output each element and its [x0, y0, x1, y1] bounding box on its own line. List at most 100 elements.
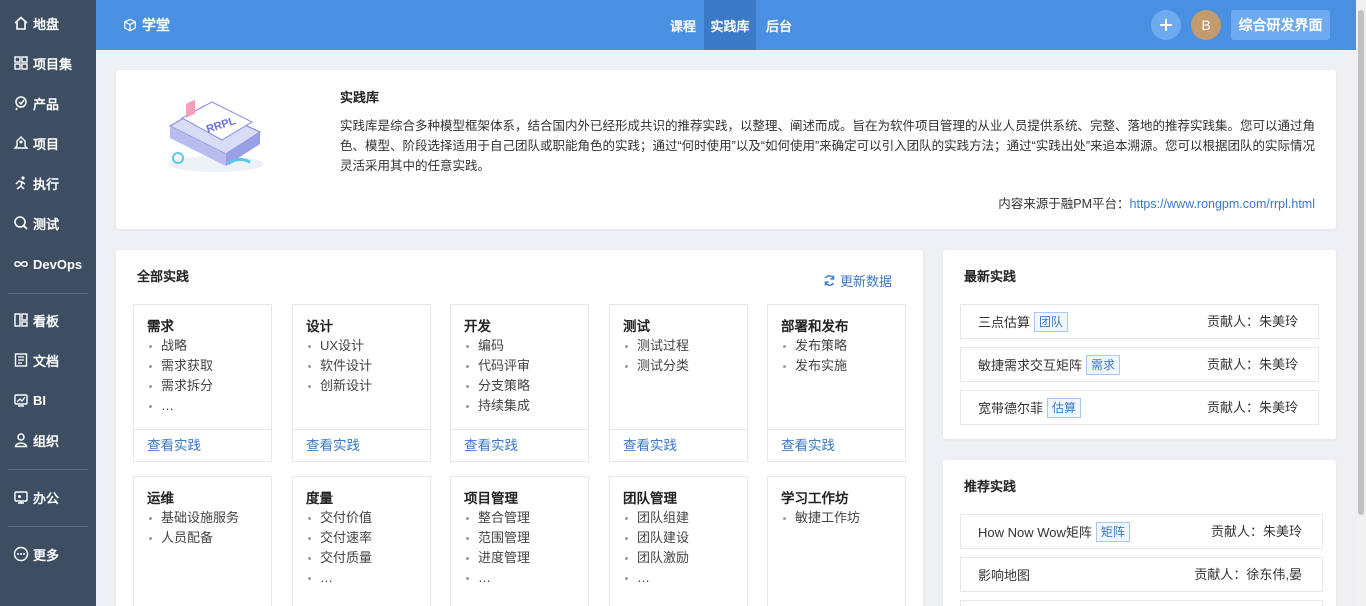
refresh-button[interactable]: 更新数据	[823, 271, 892, 290]
source-link[interactable]: https://www.rongpm.com/rrpl.html	[1130, 197, 1315, 211]
sidebar-item-test[interactable]: 测试	[0, 203, 96, 243]
product-icon	[15, 96, 27, 111]
grid-icon	[14, 56, 28, 70]
rrpl-book-logo: RRPL	[168, 99, 264, 172]
category-item[interactable]: 团队激励	[623, 548, 689, 568]
category-item: …	[464, 568, 530, 588]
category-list: 测试过程 测试分类	[623, 336, 689, 376]
workspace-switch-button[interactable]: 综合研发界面	[1231, 10, 1330, 40]
practice-row[interactable]: 宽带德尔菲 估算 贡献人：朱美玲	[960, 390, 1319, 425]
category-item[interactable]: 交付价值	[306, 508, 372, 528]
category-item[interactable]: 交付速率	[306, 528, 372, 548]
brand[interactable]: 学堂	[123, 0, 170, 50]
sidebar-item-product[interactable]: 产品	[0, 83, 96, 123]
sidebar-item-execution[interactable]: 执行	[0, 163, 96, 203]
nav-practice-library[interactable]: 实践库	[704, 0, 756, 50]
top-bar: 学堂 课程 实践库 后台 B 综合研发界面	[96, 0, 1356, 50]
category-item: …	[306, 568, 372, 588]
sidebar-item-bi[interactable]: BI	[0, 380, 96, 420]
category-list: 战略 需求获取 需求拆分 …	[147, 336, 213, 416]
nav-admin[interactable]: 后台	[758, 0, 800, 50]
category-item[interactable]: 进度管理	[464, 548, 530, 568]
category-list: 团队组建 团队建设 团队激励 …	[623, 508, 689, 588]
sidebar-item-devops[interactable]: DevOps	[0, 244, 96, 284]
category-item[interactable]: UX设计	[306, 336, 372, 356]
category-item[interactable]: 持续集成	[464, 396, 530, 416]
cube-icon	[124, 18, 136, 32]
category-item[interactable]: 测试分类	[623, 356, 689, 376]
category-title: 设计	[306, 319, 333, 334]
category-item[interactable]: 发布实施	[781, 356, 847, 376]
create-button[interactable]	[1151, 10, 1181, 40]
category-card-metrics: 度量 交付价值 交付速率 交付质量 …	[292, 476, 431, 606]
practice-row[interactable]: How Now Wow矩阵 矩阵 贡献人：朱美玲	[960, 514, 1323, 549]
category-item[interactable]: 基础设施服务	[147, 508, 239, 528]
sidebar-item-dashboard[interactable]: 地盘	[0, 3, 96, 43]
category-list: 敏捷工作坊	[781, 508, 860, 528]
practice-row[interactable]: 三点估算 团队 贡献人：朱美玲	[960, 304, 1319, 339]
sidebar-item-program[interactable]: 项目集	[0, 43, 96, 83]
sidebar-item-docs[interactable]: 文档	[0, 340, 96, 380]
view-practices-link[interactable]: 查看实践	[134, 429, 271, 461]
category-item[interactable]: 团队组建	[623, 508, 689, 528]
view-practices-link[interactable]: 查看实践	[610, 429, 747, 461]
sidebar-item-label: 项目集	[33, 56, 73, 72]
category-title: 部署和发布	[781, 319, 849, 334]
category-card-project-management: 项目管理 整合管理 范围管理 进度管理 …	[450, 476, 589, 606]
practice-row[interactable]	[960, 600, 1323, 606]
category-title: 学习工作坊	[781, 491, 849, 506]
infinity-icon	[14, 261, 28, 267]
sidebar-item-label: 测试	[33, 216, 60, 232]
sidebar-item-more[interactable]: 更多	[0, 534, 96, 574]
recommended-practices-title: 推荐实践	[964, 479, 1017, 494]
category-item[interactable]: 团队建设	[623, 528, 689, 548]
avatar[interactable]: B	[1191, 10, 1221, 40]
category-item[interactable]: 测试过程	[623, 336, 689, 356]
category-item[interactable]: 整合管理	[464, 508, 530, 528]
category-item: …	[623, 568, 689, 588]
category-item[interactable]: 代码评审	[464, 356, 530, 376]
category-item[interactable]: 敏捷工作坊	[781, 508, 860, 528]
category-card-requirements: 需求 战略 需求获取 需求拆分 … 查看实践	[133, 304, 272, 462]
category-card-team-management: 团队管理 团队组建 团队建设 团队激励 …	[609, 476, 748, 606]
kanban-icon	[14, 313, 28, 327]
sidebar-item-label: 看板	[33, 313, 60, 329]
practice-tag: 团队	[1034, 311, 1069, 332]
sidebar-item-kanban[interactable]: 看板	[0, 300, 96, 340]
category-title: 需求	[147, 319, 174, 334]
category-item[interactable]: 人员配备	[147, 528, 239, 548]
view-practices-link[interactable]: 查看实践	[451, 429, 588, 461]
sidebar-item-office[interactable]: 办公	[0, 477, 96, 517]
category-item[interactable]: 发布策略	[781, 336, 847, 356]
category-item[interactable]: 需求拆分	[147, 376, 213, 396]
sidebar-divider	[8, 293, 88, 294]
category-item[interactable]: 分支策略	[464, 376, 530, 396]
latest-practices-card: 最新实践 三点估算 团队 贡献人：朱美玲 敏捷需求交互矩阵 需求 贡献人：朱美玲…	[943, 250, 1336, 439]
view-practices-link[interactable]: 查看实践	[768, 429, 905, 461]
category-item[interactable]: 需求获取	[147, 356, 213, 376]
view-practices-link[interactable]: 查看实践	[293, 429, 430, 461]
category-item[interactable]: 软件设计	[306, 356, 372, 376]
all-practices-title: 全部实践	[137, 269, 190, 284]
sidebar-item-project[interactable]: 项目	[0, 123, 96, 163]
plus-icon	[1160, 19, 1172, 31]
home-icon	[14, 16, 28, 30]
category-item[interactable]: 战略	[147, 336, 213, 356]
scrollbar-thumb[interactable]	[1358, 10, 1364, 515]
category-item[interactable]: 编码	[464, 336, 530, 356]
category-item[interactable]: 交付质量	[306, 548, 372, 568]
sidebar: 地盘 项目集 产品 项目 执行 测试 DevOps 看板 文档 BI 组织 办公…	[0, 0, 96, 606]
nav-courses[interactable]: 课程	[664, 0, 702, 50]
intro-source: 内容来源于融PM平台：https://www.rongpm.com/rrpl.h…	[998, 193, 1315, 212]
category-item[interactable]: 创新设计	[306, 376, 372, 396]
practice-row[interactable]: 影响地图 贡献人：徐东伟,晏	[960, 557, 1323, 592]
category-item[interactable]: 范围管理	[464, 528, 530, 548]
latest-practices-title: 最新实践	[964, 269, 1017, 284]
sidebar-item-label: BI	[33, 392, 46, 408]
sidebar-item-org[interactable]: 组织	[0, 420, 96, 460]
category-list: 基础设施服务 人员配备	[147, 508, 239, 548]
practice-row[interactable]: 敏捷需求交互矩阵 需求 贡献人：朱美玲	[960, 347, 1319, 382]
practice-name: 敏捷需求交互矩阵	[978, 358, 1083, 373]
practice-name: How Now Wow矩阵	[978, 525, 1092, 540]
practice-contributor: 贡献人：徐东伟,晏	[1194, 567, 1302, 582]
